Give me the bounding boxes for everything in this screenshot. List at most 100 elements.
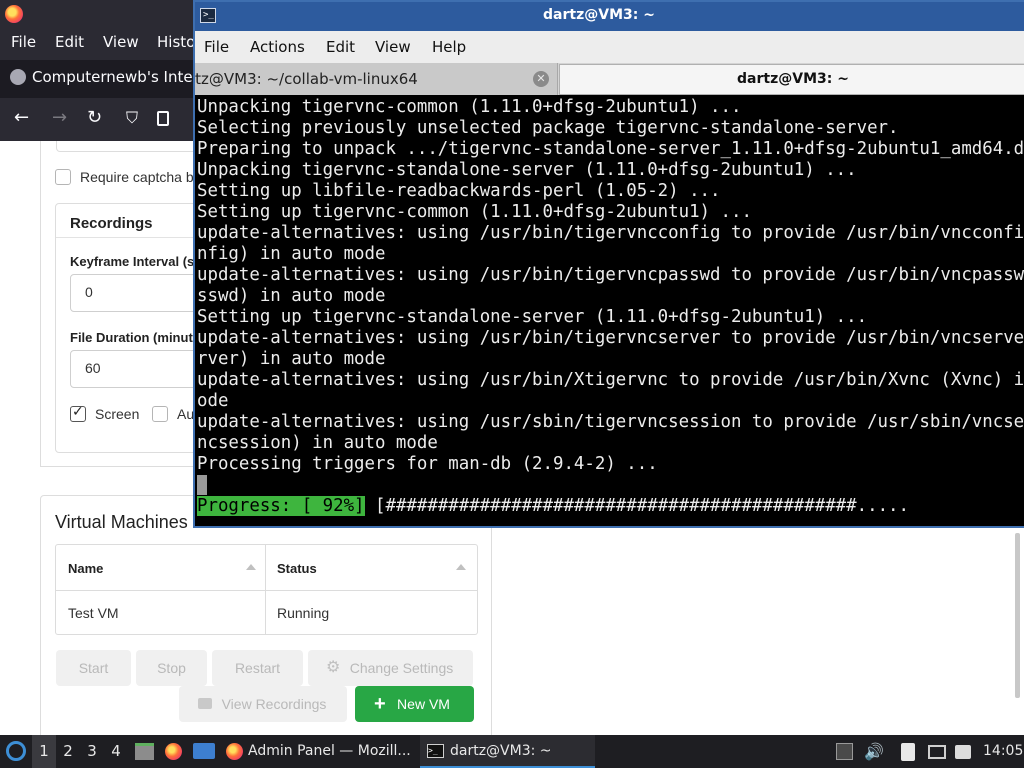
progress-line: Progress: [ 92%] [######################… (197, 496, 909, 517)
terminal-line: Selecting previously unselected package … (197, 118, 899, 138)
term-menu-file[interactable]: File (204, 38, 229, 56)
term-menu-edit[interactable]: Edit (326, 38, 355, 56)
new-vm-label: New VM (397, 696, 450, 712)
change-settings-button[interactable]: ⚙ Change Settings (308, 650, 473, 686)
status-column-header[interactable]: Status (267, 545, 477, 590)
captcha-label: Require captcha be (80, 169, 202, 185)
screen-checkbox[interactable] (70, 404, 86, 422)
terminal-line: nfig) in auto mode (197, 244, 386, 264)
file-manager-icon[interactable] (135, 743, 154, 760)
terminal-line: update-alternatives: using /usr/bin/tige… (197, 223, 1024, 243)
workspace-2[interactable]: 2 (56, 735, 80, 768)
vm-name: Test VM (68, 605, 119, 621)
desktop-icon[interactable] (193, 743, 215, 759)
firefox-icon (226, 743, 243, 760)
progress-bar: [#######################################… (364, 496, 909, 516)
task-terminal[interactable]: >_ dartz@VM3: ~ (420, 735, 595, 768)
forward-arrow-icon[interactable]: → (52, 107, 67, 129)
workspace-1[interactable]: 1 (32, 735, 56, 768)
volume-icon[interactable]: 🔊 (864, 735, 884, 768)
start-button[interactable]: Start (56, 650, 131, 686)
screen-label: Screen (95, 406, 140, 422)
term-menu-actions[interactable]: Actions (250, 38, 305, 56)
terminal-tabbar: rtz@VM3: ~/collab-vm-linux64 ✕ dartz@VM3… (195, 63, 1024, 95)
table-row[interactable]: Test VM Running (56, 591, 477, 634)
page-scrollbar[interactable] (1015, 533, 1020, 698)
keyframe-interval-label: Keyframe Interval (se (70, 254, 202, 269)
view-recordings-button[interactable]: View Recordings (179, 686, 347, 722)
notes-icon[interactable] (901, 743, 915, 761)
terminal-line: ncsession) in auto mode (197, 433, 438, 453)
back-arrow-icon[interactable]: ← (14, 107, 29, 129)
file-duration-label: File Duration (minute (70, 330, 200, 345)
terminal-tab-label: dartz@VM3: ~ (737, 71, 849, 87)
terminal-line: Setting up libfile-readbackwards-perl (1… (197, 181, 721, 201)
terminal-line: Processing triggers for man-db (2.9.4-2)… (197, 454, 658, 474)
terminal-line: update-alternatives: using /usr/bin/tige… (197, 328, 1024, 348)
task-terminal-label: dartz@VM3: ~ (450, 743, 552, 759)
settings-card-bottom (40, 466, 200, 467)
name-column-header[interactable]: Name (56, 545, 266, 590)
reload-icon[interactable]: ↻ (87, 107, 102, 129)
vm-table: Name Status Test VM Running (55, 544, 478, 635)
vm-name-cell: Test VM (56, 591, 266, 634)
restart-button[interactable]: Restart (212, 650, 303, 686)
camera-icon (198, 698, 212, 709)
clipboard-icon[interactable] (836, 743, 853, 760)
clock[interactable]: 14:05 (983, 735, 1023, 768)
start-menu-icon[interactable] (6, 741, 26, 761)
terminal-line: Unpacking tigervnc-common (1.11.0+dfsg-2… (197, 97, 742, 117)
terminal-line: sswd) in auto mode (197, 286, 386, 306)
vm-status: Running (277, 605, 330, 621)
network-icon[interactable] (928, 745, 946, 759)
terminal-line: Setting up tigervnc-common (1.11.0+dfsg-… (197, 202, 752, 222)
page-info-icon[interactable] (157, 111, 169, 126)
plus-icon: + (374, 693, 386, 715)
browser-tab-title[interactable]: Computernewb's Interne (32, 68, 217, 86)
terminal-menubar: File Actions Edit View Help (195, 31, 1024, 63)
new-vm-button[interactable]: + New VM (355, 686, 474, 722)
previous-field-box (56, 141, 216, 152)
term-menu-help[interactable]: Help (432, 38, 466, 56)
term-menu-view[interactable]: View (375, 38, 411, 56)
firefox-logo-icon (5, 5, 23, 23)
terminal-line: Preparing to unpack .../tigervnc-standal… (197, 139, 1024, 159)
captcha-checkbox[interactable] (55, 169, 71, 185)
task-firefox[interactable]: Admin Panel — Mozill... (222, 735, 418, 768)
terminal-line: Unpacking tigervnc-standalone-server (1.… (197, 160, 857, 180)
firefox-launcher-icon[interactable] (165, 743, 182, 760)
vm-table-header: Name Status (56, 545, 477, 591)
workspace-4[interactable]: 4 (104, 735, 128, 768)
terminal-window: >_ dartz@VM3: ~ File Actions Edit View H… (193, 0, 1024, 528)
ff-menu-file[interactable]: File (11, 33, 36, 51)
terminal-tab-collab[interactable]: rtz@VM3: ~/collab-vm-linux64 ✕ (195, 63, 558, 95)
ff-menu-view[interactable]: View (103, 33, 139, 51)
stop-button[interactable]: Stop (136, 650, 207, 686)
workspace-3[interactable]: 3 (80, 735, 104, 768)
terminal-tab-active[interactable]: dartz@VM3: ~ (559, 64, 1024, 95)
terminal-title: dartz@VM3: ~ (543, 7, 655, 23)
terminal-line: update-alternatives: using /usr/bin/Xtig… (197, 370, 1024, 390)
task-firefox-label: Admin Panel — Mozill... (248, 743, 411, 759)
audio-checkbox[interactable] (152, 406, 168, 422)
terminal-line: ode (197, 391, 229, 411)
gear-icon: ⚙ (326, 659, 341, 676)
terminal-titlebar[interactable]: >_ dartz@VM3: ~ (195, 2, 1024, 31)
notification-icon[interactable] (955, 745, 971, 759)
taskbar: 1 2 3 4 Admin Panel — Mozill... >_ dartz… (0, 735, 1024, 768)
status-column-label: Status (277, 561, 317, 576)
terminal-output[interactable]: Unpacking tigervnc-common (1.11.0+dfsg-2… (195, 95, 1024, 526)
ff-menu-edit[interactable]: Edit (55, 33, 84, 51)
ff-menu-history[interactable]: Histo (157, 33, 195, 51)
name-column-label: Name (68, 561, 104, 576)
sort-asc-icon (456, 564, 466, 570)
terminal-line: rver) in auto mode (197, 349, 386, 369)
terminal-line: update-alternatives: using /usr/bin/tige… (197, 265, 1024, 285)
terminal-icon: >_ (427, 744, 444, 758)
close-tab-icon[interactable]: ✕ (533, 71, 549, 87)
settings-card-border (40, 141, 41, 467)
virtual-machines-heading: Virtual Machines (55, 512, 188, 532)
audio-label: Au (177, 406, 195, 422)
recordings-heading: Recordings (70, 215, 153, 232)
shield-icon[interactable]: ⛉ (126, 107, 138, 129)
